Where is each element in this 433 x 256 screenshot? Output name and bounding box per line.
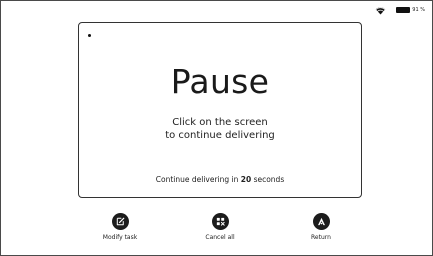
battery-icon <box>396 7 411 13</box>
countdown-suffix: seconds <box>251 175 285 184</box>
pause-message: Click on the screen to continue deliveri… <box>79 116 361 142</box>
countdown-text: Continue delivering in 20 seconds <box>79 175 361 184</box>
return-button[interactable]: Return <box>286 213 356 241</box>
cancel-all-label: Cancel all <box>205 234 235 241</box>
pause-card[interactable]: Pause Click on the screen to continue de… <box>78 22 362 198</box>
grid-cancel-icon[interactable] <box>211 213 229 230</box>
battery-percentage: 91 % <box>412 6 425 13</box>
countdown-seconds: 20 <box>240 175 252 184</box>
indicator-dot <box>88 34 91 37</box>
cancel-all-button[interactable]: Cancel all <box>185 213 255 241</box>
modify-task-button[interactable]: Modify task <box>85 213 155 241</box>
return-home-icon[interactable] <box>312 213 330 230</box>
return-label: Return <box>311 234 331 241</box>
modify-task-label: Modify task <box>102 234 138 241</box>
pause-message-line2: to continue delivering <box>165 130 275 141</box>
pause-message-line1: Click on the screen <box>172 117 268 128</box>
countdown-prefix: Continue delivering in <box>155 175 241 184</box>
pause-title: Pause <box>170 62 270 101</box>
battery-indicator: 91 % <box>396 7 425 13</box>
edit-icon[interactable] <box>111 213 129 230</box>
wifi-icon <box>375 6 386 15</box>
status-bar: 91 % <box>375 4 425 16</box>
